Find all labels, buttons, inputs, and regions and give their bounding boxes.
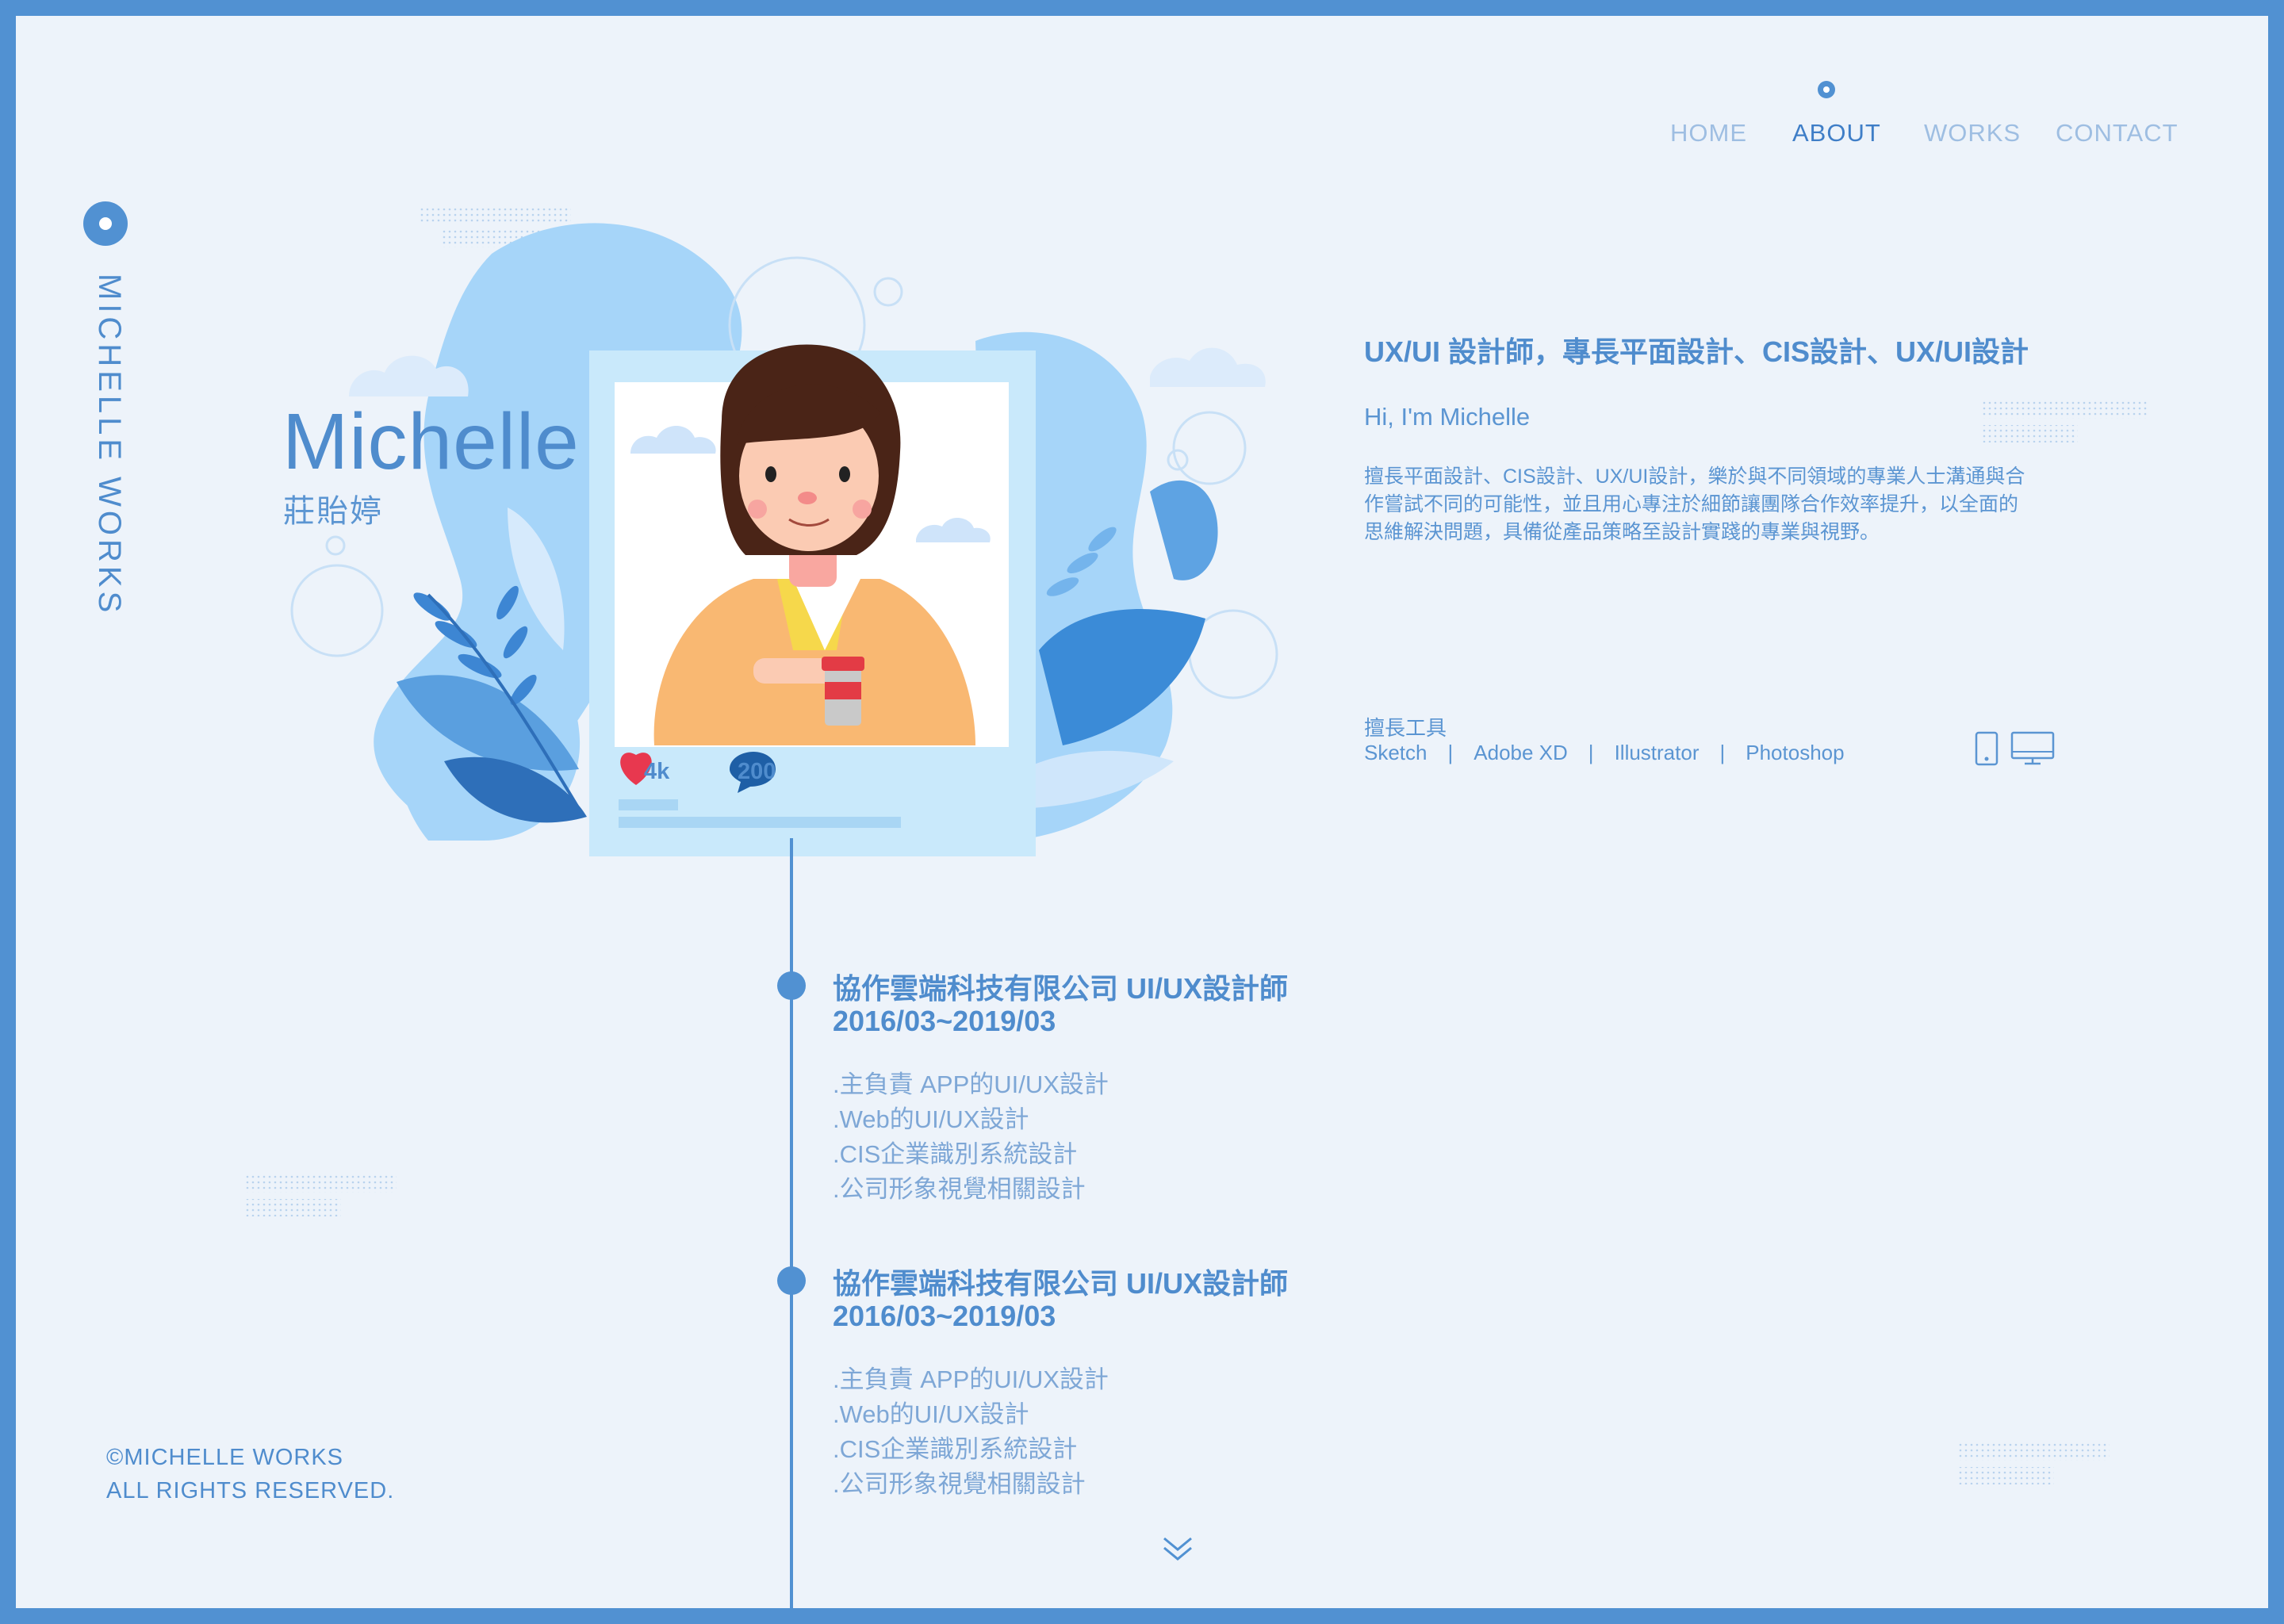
site-title[interactable]: MICHELLE WORKS (91, 274, 127, 616)
timeline-dot-icon (777, 1266, 806, 1295)
job-duty: .CIS企業識別系統設計 (833, 1435, 1078, 1463)
comment-count: 200 (738, 759, 776, 784)
hero-name-cn: 莊貽婷 (283, 494, 383, 529)
tool-illustrator: Illustrator (1614, 741, 1700, 764)
desktop-icon (2010, 731, 2055, 765)
mobile-icon (1975, 731, 1998, 766)
timeline-line (790, 838, 793, 1608)
description-line: 思維解決問題，具備從產品策略至設計實踐的專業與視野。 (1364, 521, 1880, 543)
job-title: 協作雲端科技有限公司 UI/UX設計師 (833, 972, 1289, 1005)
hero-illustration (290, 223, 1278, 856)
job-duty: .主負責 APP的UI/UX設計 (833, 1071, 1109, 1098)
tool-photoshop: Photoshop (1746, 741, 1845, 764)
copyright-line: ©MICHELLE WORKS (106, 1445, 344, 1470)
job-dates: 2016/03~2019/03 (833, 1005, 1056, 1037)
tool-adobe-xd: Adobe XD (1473, 741, 1568, 764)
nav-works[interactable]: WORKS (1924, 119, 2021, 147)
job-duty: .公司形象視覺相關設計 (833, 1470, 1086, 1498)
like-count: 4k (644, 759, 670, 784)
tool-sketch: Sketch (1364, 741, 1428, 764)
about-description: 擅長平面設計、CIS設計、UX/UI設計，樂於與不同領域的專業人士溝通與合 作嘗… (1364, 463, 2070, 546)
job-duty: .主負責 APP的UI/UX設計 (833, 1365, 1109, 1393)
job-duty: .CIS企業識別系統設計 (833, 1140, 1078, 1168)
dots-pattern-icon (246, 1175, 397, 1216)
copyright-line: ALL RIGHTS RESERVED. (106, 1478, 395, 1503)
tool-separator: | (1588, 741, 1594, 764)
description-line: 作嘗試不同的可能性，並且用心專注於細節讓團隊合作效率提升，以全面的 (1364, 493, 2019, 515)
nav-active-indicator-icon (1818, 81, 1835, 98)
job-dates: 2016/03~2019/03 (833, 1300, 1056, 1332)
about-greeting: Hi, I'm Michelle (1364, 403, 1531, 431)
tool-separator: | (1719, 741, 1726, 764)
tools-label: 擅長工具 (1364, 716, 1447, 740)
timeline-dot-icon (777, 971, 806, 1000)
double-chevron-down-icon[interactable] (1159, 1532, 1196, 1564)
job-duty: .Web的UI/UX設計 (833, 1400, 1029, 1428)
hero-name: Michelle (282, 397, 580, 486)
about-heading: UX/UI 設計師，專長平面設計、CIS設計、UX/UI設計 (1364, 335, 2029, 368)
nav-home[interactable]: HOME (1670, 119, 1747, 147)
nav-about[interactable]: ABOUT (1792, 119, 1881, 147)
dots-pattern-icon (1983, 401, 2149, 442)
job-duty: .Web的UI/UX設計 (833, 1105, 1029, 1133)
tools-list: Sketch | Adobe XD | Illustrator | Photos… (1364, 741, 1845, 765)
job-duty: .公司形象視覺相關設計 (833, 1175, 1086, 1203)
sidebar-dot-icon (83, 201, 128, 246)
tool-separator: | (1447, 741, 1454, 764)
dots-pattern-icon (1959, 1443, 2110, 1484)
nav-contact[interactable]: CONTACT (2056, 119, 2179, 147)
description-line: 擅長平面設計、CIS設計、UX/UI設計，樂於與不同領域的專業人士溝通與合 (1364, 465, 2025, 488)
page: HOME ABOUT WORKS CONTACT MICHELLE WORKS (16, 16, 2268, 1608)
job-title: 協作雲端科技有限公司 UI/UX設計師 (833, 1267, 1289, 1300)
